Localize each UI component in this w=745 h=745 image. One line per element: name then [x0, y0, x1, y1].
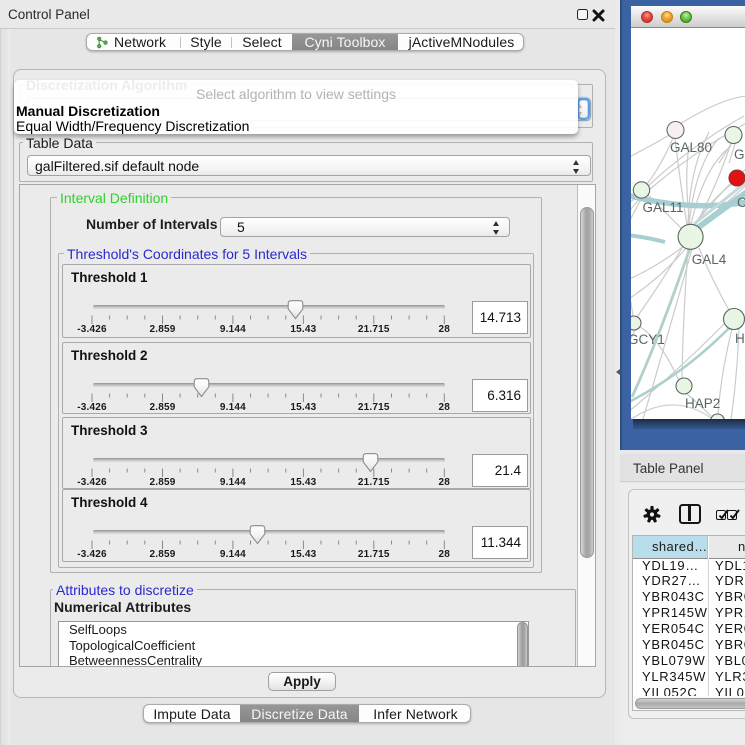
svg-text:H: H: [735, 331, 745, 346]
svg-text:HAP2: HAP2: [685, 396, 720, 411]
svg-text:GCY1: GCY1: [631, 332, 665, 347]
svg-text:C: C: [737, 195, 745, 210]
svg-text:G.: G.: [734, 147, 745, 162]
svg-text:GAL11: GAL11: [643, 200, 684, 215]
svg-text:GAL80: GAL80: [670, 140, 712, 155]
svg-text:GAL4: GAL4: [692, 252, 727, 267]
